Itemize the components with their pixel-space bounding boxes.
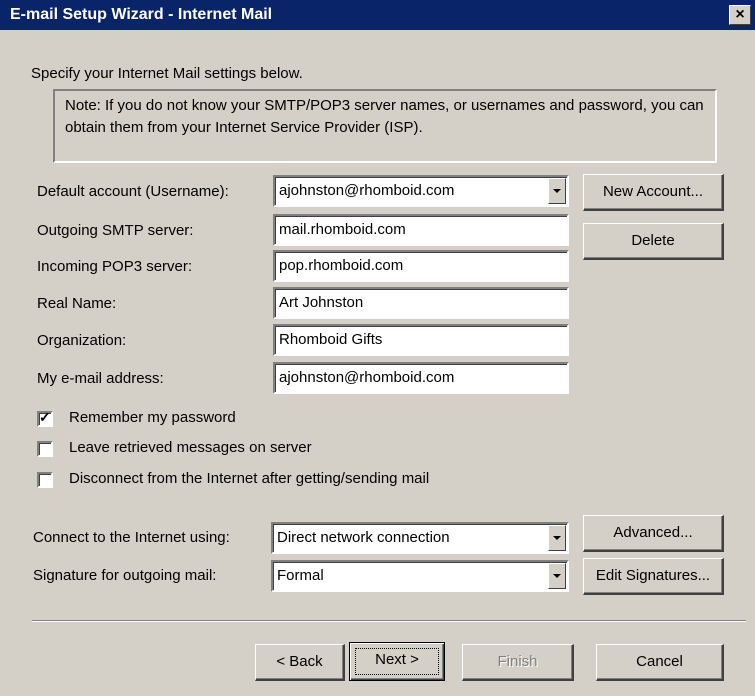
close-button[interactable]: × bbox=[729, 5, 751, 25]
window-title: E-mail Setup Wizard - Internet Mail bbox=[10, 6, 273, 23]
disconnect-checkbox[interactable] bbox=[37, 472, 53, 488]
disconnect-label[interactable]: Disconnect from the Internet after getti… bbox=[69, 470, 429, 487]
default-account-label: Default account (Username): bbox=[37, 183, 229, 200]
chevron-down-icon[interactable] bbox=[548, 525, 566, 551]
default-account-combo[interactable]: ajohnston@rhomboid.com bbox=[273, 175, 569, 207]
new-account-button[interactable]: New Account... bbox=[583, 174, 724, 211]
smtp-input[interactable]: mail.rhomboid.com bbox=[273, 214, 569, 246]
title-bar: E-mail Setup Wizard - Internet Mail × bbox=[0, 0, 755, 30]
advanced-button[interactable]: Advanced... bbox=[583, 515, 724, 552]
finish-button: Finish bbox=[462, 644, 574, 681]
real-name-label: Real Name: bbox=[37, 295, 117, 312]
remember-password-checkbox[interactable]: ✓ bbox=[37, 409, 53, 427]
leave-messages-checkbox[interactable] bbox=[37, 441, 53, 457]
checkmark-icon: ✓ bbox=[39, 409, 51, 425]
real-name-input[interactable]: Art Johnston bbox=[273, 287, 569, 319]
cancel-button[interactable]: Cancel bbox=[596, 644, 724, 681]
edit-signatures-button[interactable]: Edit Signatures... bbox=[583, 558, 724, 595]
delete-button[interactable]: Delete bbox=[583, 223, 724, 260]
email-label: My e-mail address: bbox=[37, 370, 164, 387]
remember-password-label[interactable]: Remember my password bbox=[69, 409, 236, 426]
default-account-value: ajohnston@rhomboid.com bbox=[279, 182, 455, 199]
note-text: Note: If you do not know your SMTP/POP3 … bbox=[65, 97, 704, 136]
signature-label: Signature for outgoing mail: bbox=[33, 567, 217, 584]
chevron-down-icon[interactable] bbox=[548, 178, 566, 204]
focus-indicator bbox=[355, 648, 439, 675]
connection-combo[interactable]: Direct network connection bbox=[271, 522, 569, 554]
leave-messages-label[interactable]: Leave retrieved messages on server bbox=[69, 439, 312, 456]
connection-value: Direct network connection bbox=[277, 529, 450, 546]
pop3-label: Incoming POP3 server: bbox=[37, 258, 193, 275]
connection-label: Connect to the Internet using: bbox=[33, 529, 230, 546]
next-button[interactable]: Next > bbox=[349, 642, 445, 681]
separator bbox=[32, 620, 746, 622]
smtp-label: Outgoing SMTP server: bbox=[37, 222, 194, 239]
organization-input[interactable]: Rhomboid Gifts bbox=[273, 324, 569, 356]
organization-label: Organization: bbox=[37, 332, 127, 349]
instructions-text: Specify your Internet Mail settings belo… bbox=[31, 65, 303, 82]
signature-value: Formal bbox=[277, 567, 324, 584]
pop3-input[interactable]: pop.rhomboid.com bbox=[273, 250, 569, 282]
note-box: Note: If you do not know your SMTP/POP3 … bbox=[53, 89, 717, 163]
email-input[interactable]: ajohnston@rhomboid.com bbox=[273, 362, 569, 394]
chevron-down-icon[interactable] bbox=[548, 563, 566, 589]
back-button[interactable]: < Back bbox=[255, 644, 345, 681]
close-icon: × bbox=[735, 6, 745, 23]
signature-combo[interactable]: Formal bbox=[271, 560, 569, 592]
